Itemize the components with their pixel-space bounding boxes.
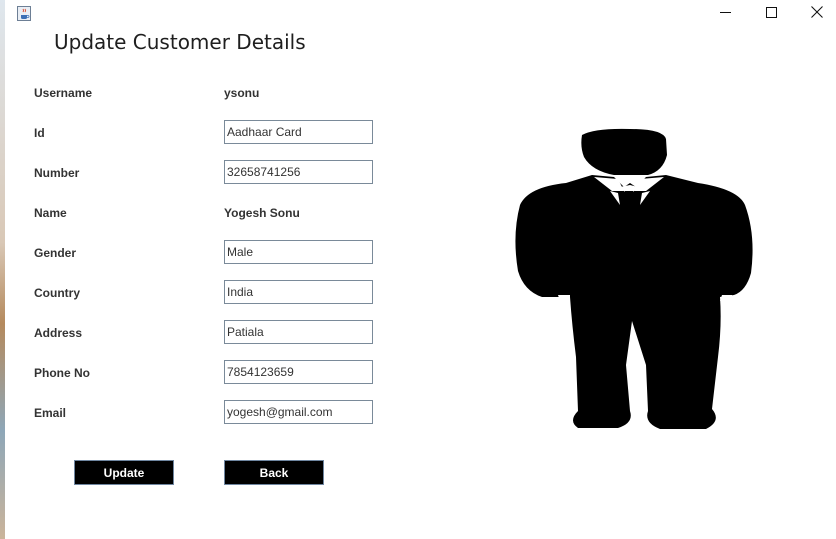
address-input[interactable] <box>224 320 373 344</box>
maximize-button[interactable] <box>748 0 794 28</box>
username-label: Username <box>34 86 93 100</box>
email-input[interactable] <box>224 400 373 424</box>
gender-input[interactable] <box>224 240 373 264</box>
close-icon <box>811 5 823 23</box>
gender-label: Gender <box>34 246 77 260</box>
country-input[interactable] <box>224 280 373 304</box>
number-input[interactable] <box>224 160 373 184</box>
title-bar[interactable] <box>5 0 836 28</box>
back-button[interactable]: Back <box>224 460 324 485</box>
id-label: Id <box>34 126 45 140</box>
id-input[interactable] <box>224 120 373 144</box>
update-customer-window: Update Customer Details Username ysonu I… <box>0 0 836 539</box>
maximize-icon <box>765 5 777 23</box>
name-value: Yogesh Sonu <box>224 206 300 220</box>
country-label: Country <box>34 286 80 300</box>
update-button[interactable]: Update <box>74 460 174 485</box>
minimize-button[interactable] <box>702 0 748 28</box>
phone-input[interactable] <box>224 360 373 384</box>
name-label: Name <box>34 206 67 220</box>
address-label: Address <box>34 326 83 340</box>
desktop-background <box>0 0 5 539</box>
java-cup-icon <box>17 6 31 21</box>
page-title: Update Customer Details <box>54 30 306 54</box>
close-button[interactable] <box>794 0 836 28</box>
businessman-silhouette-icon <box>500 125 760 435</box>
phone-label: Phone No <box>34 366 90 380</box>
number-label: Number <box>34 166 80 180</box>
username-value: ysonu <box>224 86 260 100</box>
minimize-icon <box>719 5 731 23</box>
email-label: Email <box>34 406 67 420</box>
